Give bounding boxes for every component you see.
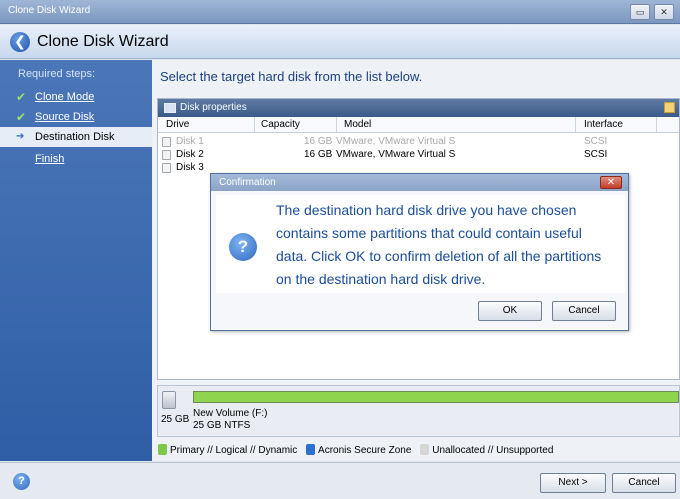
legend-label: Primary // Logical // Dynamic [170,445,298,456]
model-cell: VMware, VMware Virtual S [336,136,456,147]
disk-size-label: 25 GB [161,414,190,425]
disk-checkbox[interactable] [162,163,171,173]
dialog-body: ? The destination hard disk drive you ha… [216,195,625,293]
check-icon: ✔ [16,90,27,104]
legend-item-secure-zone: Acronis Secure Zone [306,444,411,456]
drive-cell: Disk 1 [176,136,204,147]
wizard-footer: ? Next > Cancel [0,462,680,499]
column-divider[interactable] [656,117,657,133]
drive-cell: Disk 3 [176,162,204,173]
drive-cell: Disk 2 [176,149,204,160]
sidebar-item-source-disk[interactable]: ✔ Source Disk [0,107,152,127]
panel-title[interactable]: Disk properties [180,102,247,113]
wizard-title: Clone Disk Wizard [37,33,169,50]
volume-map: 25 GB New Volume (F:) 25 GB NTFS [157,385,680,437]
legend-item-primary: Primary // Logical // Dynamic [158,444,297,456]
volume-name: New Volume (F:) [193,408,268,419]
cancel-button[interactable]: Cancel [612,473,676,493]
partition-legend: Primary // Logical // Dynamic Acronis Se… [158,444,559,456]
column-header-interface[interactable]: Interface [584,119,623,130]
dialog-close-button[interactable]: ✕ [600,176,622,189]
model-cell: VMware, VMware Virtual S [336,149,456,160]
sidebar-item-label[interactable]: Clone Mode [35,91,94,103]
disk-checkbox[interactable] [162,137,171,147]
capacity-cell: 16 GB [304,136,333,147]
disk-properties-icon [164,103,176,113]
window-title: Clone Disk Wizard [8,5,91,16]
required-steps-label: Required steps: [18,68,96,80]
legend-label: Acronis Secure Zone [318,445,412,456]
sidebar-item-destination-disk[interactable]: ➔ Destination Disk [0,127,152,147]
dialog-title: Confirmation [219,177,276,188]
column-divider[interactable] [336,117,337,133]
column-header-drive[interactable]: Drive [166,119,189,130]
interface-cell: SCSI [584,136,608,147]
disk-icon [162,391,176,409]
column-headers: Drive Capacity Model Interface [158,117,679,133]
volume-partition-bar[interactable] [193,391,679,403]
dialog-titlebar: Confirmation ✕ [211,174,628,191]
capacity-cell: 16 GB [304,149,333,160]
dialog-message: The destination hard disk drive you have… [276,202,602,287]
secure-zone-swatch-icon [306,444,316,455]
steps-sidebar: Required steps: ✔ Clone Mode ✔ Source Di… [0,60,152,461]
sidebar-item-label[interactable]: Source Disk [35,111,94,123]
dialog-cancel-button[interactable]: Cancel [552,301,616,321]
close-window-button[interactable]: ✕ [654,4,674,20]
confirmation-dialog: Confirmation ✕ ? The destination hard di… [210,173,629,331]
table-row[interactable]: Disk 2 16 GB VMware, VMware Virtual S SC… [158,149,679,162]
sidebar-item-label: Destination Disk [35,131,115,143]
sidebar-item-finish[interactable]: Finish [0,149,152,169]
minimize-button[interactable]: ▭ [630,4,650,20]
disk-checkbox[interactable] [162,150,171,160]
legend-item-unallocated: Unallocated // Unsupported [420,444,553,456]
wizard-header: ❮ Clone Disk Wizard [0,25,680,59]
partition-fill [194,392,678,402]
column-divider[interactable] [575,117,576,133]
column-divider[interactable] [254,117,255,133]
primary-swatch-icon [158,444,167,455]
next-button[interactable]: Next > [540,473,606,493]
sidebar-item-clone-mode[interactable]: ✔ Clone Mode [0,87,152,107]
instruction-text: Select the target hard disk from the lis… [160,69,423,84]
ok-button[interactable]: OK [478,301,542,321]
question-icon: ? [229,233,257,261]
column-header-model[interactable]: Model [344,119,371,130]
table-row[interactable]: Disk 1 16 GB VMware, VMware Virtual S SC… [158,136,679,149]
panel-options-icon[interactable] [664,102,675,113]
column-header-capacity[interactable]: Capacity [261,119,300,130]
volume-filesystem: 25 GB NTFS [193,420,251,431]
sidebar-item-label[interactable]: Finish [35,153,64,165]
current-step-arrow-icon: ➔ [16,131,25,142]
check-icon: ✔ [16,110,27,124]
help-icon[interactable]: ? [13,473,30,490]
window-titlebar: Clone Disk Wizard ▭ ✕ [0,0,680,24]
unallocated-swatch-icon [420,444,430,455]
legend-label: Unallocated // Unsupported [432,445,554,456]
interface-cell: SCSI [584,149,608,160]
back-arrow-icon[interactable]: ❮ [10,32,30,52]
panel-header: Disk properties [158,99,679,117]
